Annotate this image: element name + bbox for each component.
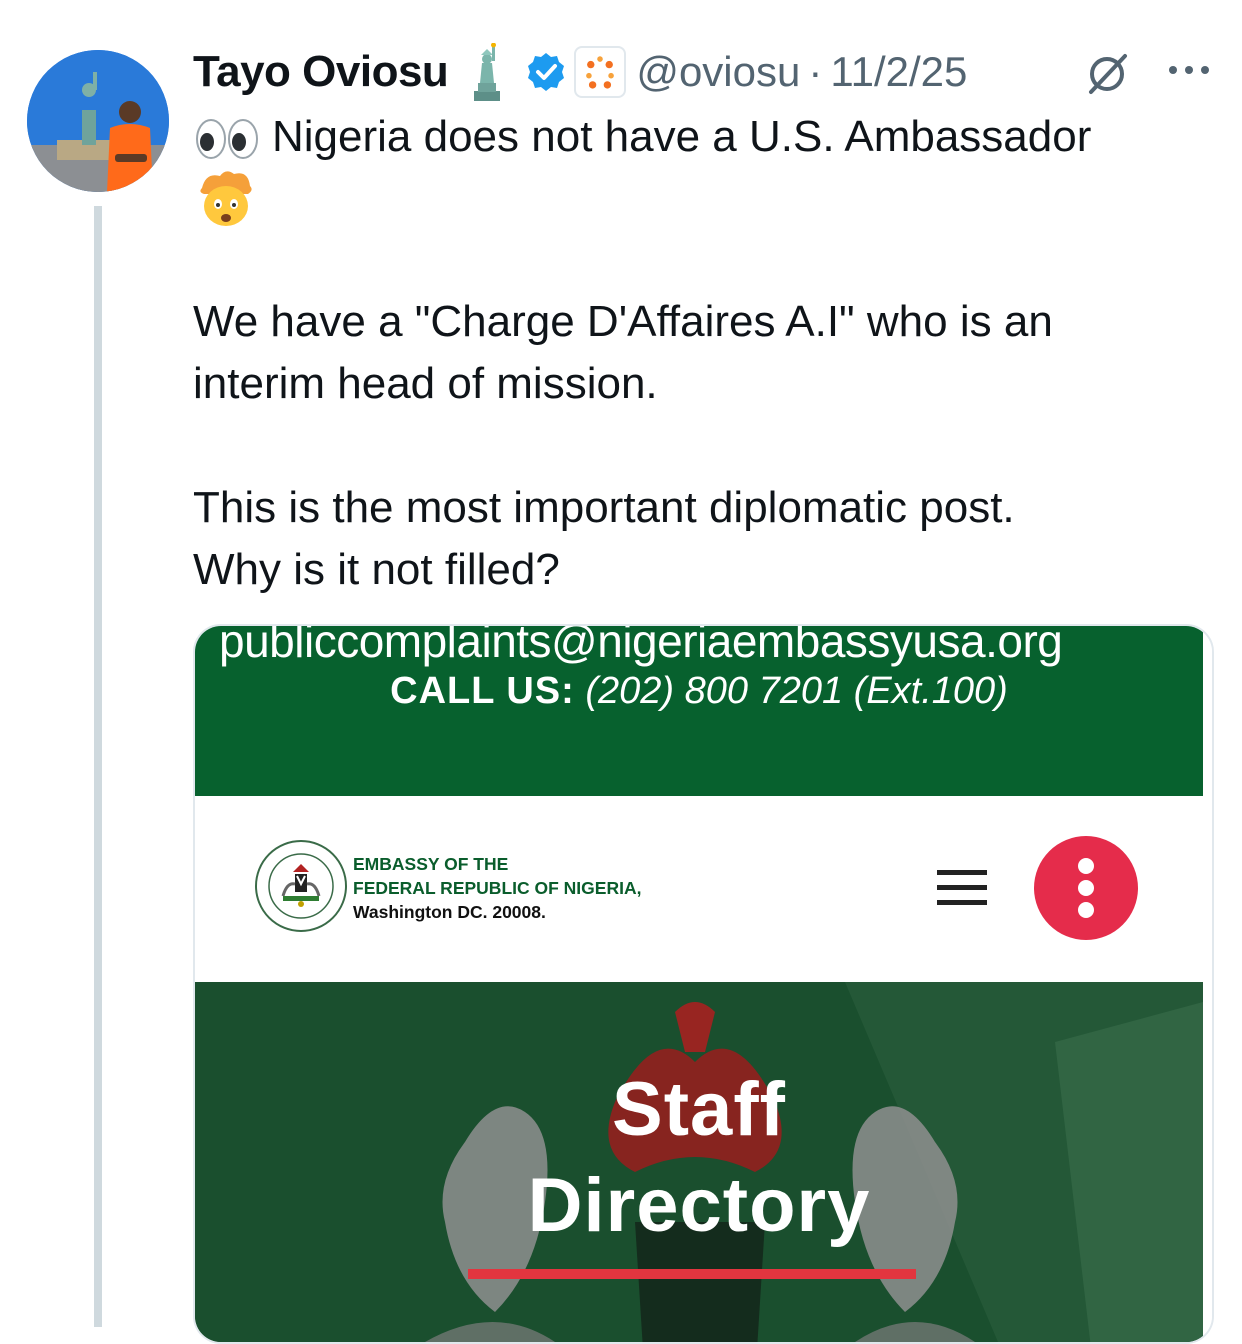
author-name[interactable]: Tayo Oviosu xyxy=(193,47,449,97)
affiliate-org-badge[interactable] xyxy=(574,46,627,98)
author-handle[interactable]: @oviosu xyxy=(636,48,800,96)
embassy-email: publiccomplaints@nigeriaembassyusa.org xyxy=(219,624,1063,667)
embassy-header-bar: EMBASSY OF THE FEDERAL REPUBLIC OF NIGER… xyxy=(195,796,1203,982)
call-number: (202) 800 7201 (Ext.100) xyxy=(585,670,1008,712)
eyes-emoji xyxy=(196,119,258,159)
staff-directory-banner: Staff Directory xyxy=(195,982,1203,1342)
post-text-line-4: This is the most important diplomatic po… xyxy=(193,483,1015,532)
embassy-name-line-3: Washington DC. 20008. xyxy=(353,902,546,922)
banner-title-line-1: Staff xyxy=(612,1067,786,1152)
post-text-line-5: Why is it not filled? xyxy=(193,545,560,594)
grok-icon[interactable] xyxy=(1083,50,1131,98)
embassy-seal-logo xyxy=(255,840,347,932)
hamburger-menu-icon xyxy=(937,870,987,905)
media-edge xyxy=(1203,626,1212,1342)
post-date[interactable]: 11/2/25 xyxy=(830,48,967,96)
verified-badge-icon[interactable] xyxy=(526,52,566,92)
thread-line xyxy=(94,206,102,1327)
author-avatar[interactable] xyxy=(27,50,169,192)
more-options-icon[interactable] xyxy=(1167,60,1211,80)
post-header: Tayo Oviosu @oviosu · 11/2/25 xyxy=(193,42,967,102)
kebab-menu-icon xyxy=(1034,836,1138,940)
post-text-line-3: interim head of mission. xyxy=(193,359,658,408)
meta-separator: · xyxy=(808,48,823,95)
embassy-phone: CALL US: (202) 800 7201 (Ext.100) xyxy=(195,670,1203,713)
embassy-name: EMBASSY OF THE FEDERAL REPUBLIC OF NIGER… xyxy=(353,852,641,924)
embassy-name-line-2: FEDERAL REPUBLIC OF NIGERIA, xyxy=(353,878,642,898)
banner-underline xyxy=(468,1269,916,1279)
avatar-photo xyxy=(27,50,169,192)
embassy-name-line-1: EMBASSY OF THE xyxy=(353,854,509,874)
call-label: CALL US: xyxy=(390,670,575,712)
post-text-line-1: Nigeria does not have a U.S. Ambassador xyxy=(272,112,1092,161)
post-text-line-2: We have a "Charge D'Affaires A.I" who is… xyxy=(193,297,1053,346)
banner-title-line-2: Directory xyxy=(527,1163,871,1248)
statue-of-liberty-emoji xyxy=(474,43,501,101)
embassy-contact-bar: publiccomplaints@nigeriaembassyusa.org C… xyxy=(195,626,1203,796)
post-media-image[interactable]: publiccomplaints@nigeriaembassyusa.org C… xyxy=(193,624,1214,1344)
exploding-head-emoji xyxy=(200,171,252,226)
